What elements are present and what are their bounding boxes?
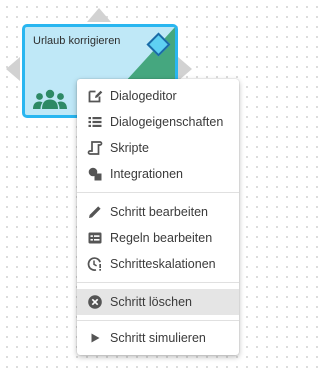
- menu-item-label: Schritteskalationen: [110, 257, 216, 271]
- menu-item-label: Schritt simulieren: [110, 331, 206, 345]
- menu-item-schritteskalationen[interactable]: Schritteskalationen: [77, 251, 239, 277]
- menu-item-integrationen[interactable]: Integrationen: [77, 161, 239, 187]
- shapes-icon: [88, 167, 102, 181]
- context-menu: Dialogeditor Dialogeigenschaften Skripte…: [77, 79, 239, 355]
- menu-item-skripte[interactable]: Skripte: [77, 135, 239, 161]
- script-icon: [87, 141, 103, 155]
- rules-icon: [88, 232, 102, 244]
- connector-arrow-up[interactable]: [87, 8, 111, 22]
- menu-item-dialogeigenschaften[interactable]: Dialogeigenschaften: [77, 109, 239, 135]
- menu-item-label: Skripte: [110, 141, 149, 155]
- play-icon: [91, 333, 100, 343]
- menu-item-label: Schritt löschen: [110, 295, 192, 309]
- menu-item-schritt-simulieren[interactable]: Schritt simulieren: [77, 325, 239, 351]
- menu-separator: [77, 320, 239, 321]
- pencil-icon: [89, 206, 101, 218]
- menu-item-regeln-bearbeiten[interactable]: Regeln bearbeiten: [77, 225, 239, 251]
- delete-circle-icon: [88, 295, 102, 309]
- menu-item-dialogeditor[interactable]: Dialogeditor: [77, 83, 239, 109]
- menu-item-label: Integrationen: [110, 167, 183, 181]
- menu-item-label: Regeln bearbeiten: [110, 231, 213, 245]
- step-title: Urlaub korrigieren: [33, 35, 121, 47]
- team-icon: [33, 89, 67, 109]
- connector-arrow-right[interactable]: [178, 57, 192, 81]
- menu-item-label: Dialogeigenschaften: [110, 115, 224, 129]
- menu-item-label: Schritt bearbeiten: [110, 205, 208, 219]
- menu-separator: [77, 282, 239, 283]
- menu-item-schritt-loeschen[interactable]: Schritt löschen: [77, 289, 239, 315]
- connector-arrow-left[interactable]: [6, 57, 20, 81]
- menu-item-label: Dialogeditor: [110, 89, 177, 103]
- menu-separator: [77, 192, 239, 193]
- menu-item-schritt-bearbeiten[interactable]: Schritt bearbeiten: [77, 199, 239, 225]
- edit-dialog-icon: [88, 90, 103, 103]
- list-icon: [88, 117, 102, 127]
- clock-alert-icon: [87, 257, 102, 271]
